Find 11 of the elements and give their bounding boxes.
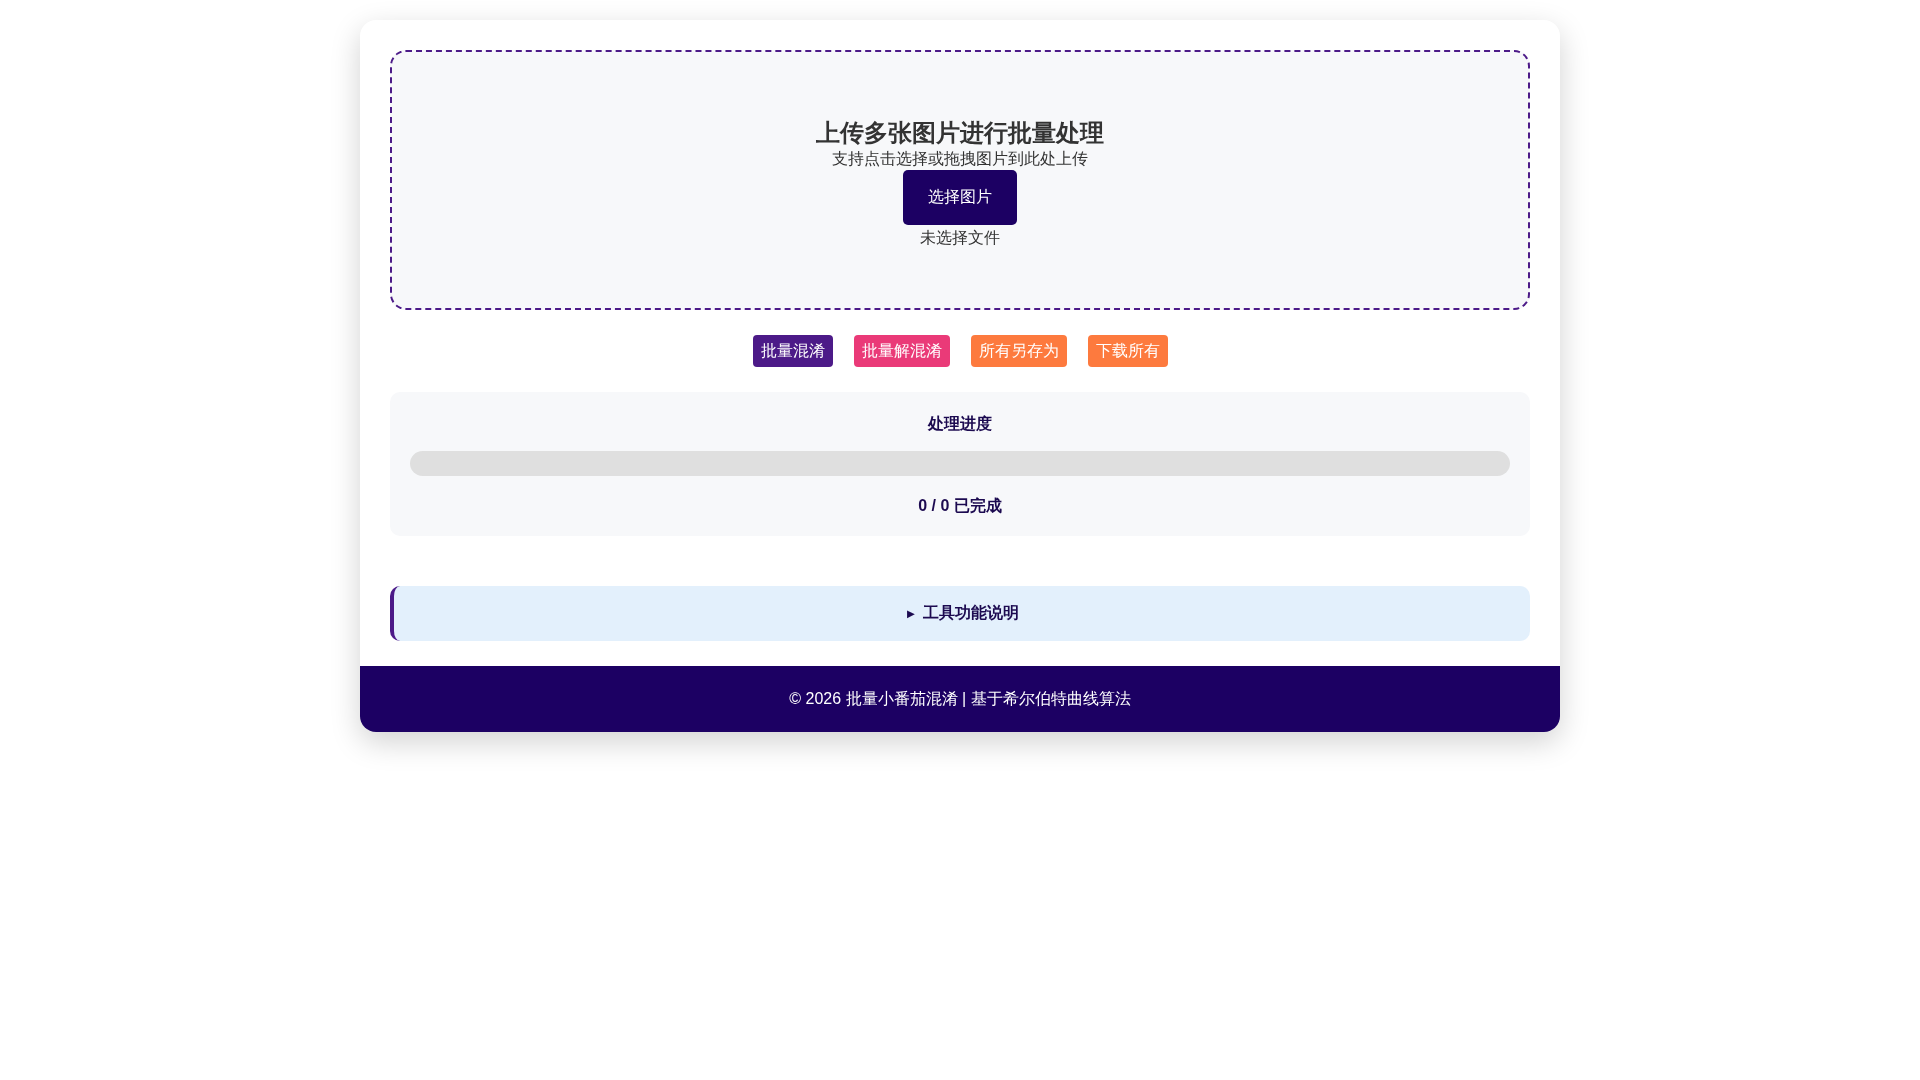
- footer-text: © 2026 批量小番茄混淆 | 基于希尔伯特曲线算法: [789, 688, 1131, 709]
- select-images-button[interactable]: 选择图片: [903, 169, 1017, 225]
- upload-hint: 支持点击选择或拖拽图片到此处上传: [832, 148, 1088, 169]
- action-button[interactable]: 批量解混淆: [853, 335, 950, 367]
- upload-dropzone[interactable]: 上传多张图片进行批量处理 支持点击选择或拖拽图片到此处上传 选择图片 未选择文件: [390, 50, 1530, 310]
- action-button[interactable]: 批量混淆: [752, 335, 833, 367]
- upload-title: 上传多张图片进行批量处理: [816, 117, 1104, 148]
- file-status: 未选择文件: [920, 227, 1000, 248]
- progress-count: 0 / 0 已完成: [918, 496, 1002, 516]
- help-toggle[interactable]: ► 工具功能说明: [390, 586, 1530, 641]
- progress-title: 处理进度: [928, 414, 992, 434]
